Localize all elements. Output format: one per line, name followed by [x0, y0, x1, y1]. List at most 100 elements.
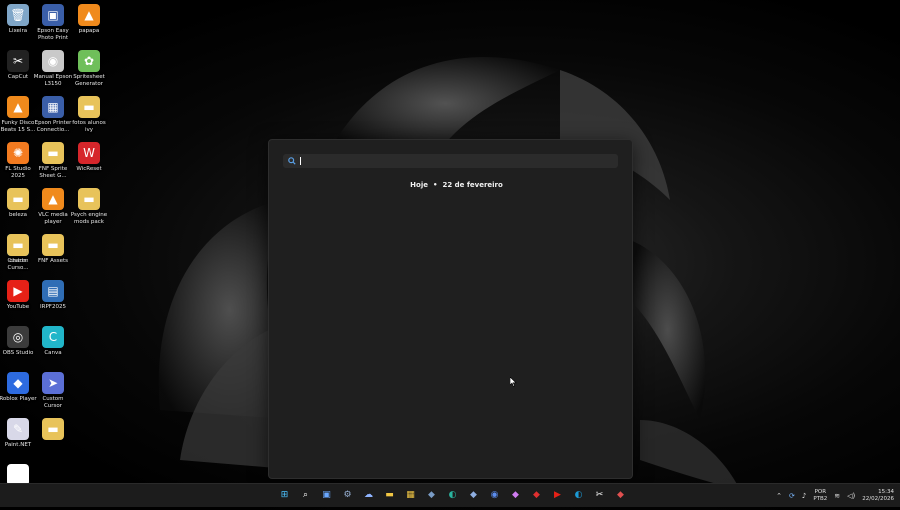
mouse-pointer-icon [509, 372, 517, 391]
app-button-4[interactable]: ◆ [528, 486, 545, 504]
folder-icon: ▬ [42, 418, 64, 440]
desktop-icon-papapa[interactable]: ▲ papapa [69, 4, 109, 35]
vlc-icon: ▲ [42, 188, 64, 210]
desktop-icon-grid: 🗑 Lixeira ▣ Epson Easy Photo Print ▲ papapa ✂ C… [0, 0, 110, 486]
cursor-app-icon: ➤ [42, 372, 64, 394]
app-icon: ◆ [533, 490, 540, 500]
capcut-button[interactable]: ✂ [591, 486, 608, 504]
desktop-icon-label: WicReset [76, 166, 102, 172]
desktop-icon-canva[interactable]: C Canva [33, 326, 73, 357]
desktop-icon-custom-cursor[interactable]: ➤ Custom Cursor [33, 372, 73, 410]
folder-icon: ▬ [78, 188, 100, 210]
edge-icon: ◐ [574, 490, 583, 500]
app-button-2[interactable]: ◆ [465, 486, 482, 504]
wifi-icon[interactable]: ≋ [834, 492, 840, 500]
file-explorer-button[interactable]: ▬ [381, 486, 398, 504]
chrome-icon: ◉ [490, 490, 499, 500]
desktop-icon-epson-easy-photo-print[interactable]: ▣ Epson Easy Photo Print [33, 4, 73, 42]
manual-icon: ◉ [42, 50, 64, 72]
desktop-icon-psych-engine-mods-pack[interactable]: ▬ Psych engine mods pack [69, 188, 109, 226]
desktop-icon-label: papapa [78, 28, 100, 34]
app-button-1[interactable]: ◆ [423, 486, 440, 504]
sync-icon[interactable]: ⟳ [789, 492, 795, 500]
irpf-icon: ▤ [42, 280, 64, 302]
desktop-icon-fotos-alunos-ivy[interactable]: ▬ fotos alunos ivy [69, 96, 109, 134]
app-icon: ◆ [617, 490, 624, 500]
desktop-icon-label: Psych engine mods pack [70, 212, 108, 225]
desktop-icon-manual-epson-l3150[interactable]: ◉ Manual Epson L3150 [33, 50, 73, 88]
youtube-button[interactable]: ▶ [549, 486, 566, 504]
recycle-bin-icon: 🗑 [7, 4, 29, 26]
desktop-icon-label: Spritesheet Generator [73, 74, 105, 87]
folder-icon: ▬ [7, 188, 29, 210]
roblox-icon: ◆ [7, 372, 29, 394]
taskbar-apps: ⊞ ⌕ ▣ ⚙ ☁ ▬ ▦ ◆ ◐ ◆ ◉ ◆ ◆ ▶ ◐ ✂ ◆ [276, 486, 629, 504]
desktop-icon-label: Epson Easy Photo Print [37, 28, 69, 41]
text-caret [300, 157, 301, 165]
desktop-icon-label: Manual Epson L3150 [33, 74, 73, 87]
microphone-icon[interactable]: ♪ [802, 492, 806, 500]
desktop-icon-vlc-media-player[interactable]: ▲ VLC media player [33, 188, 73, 226]
desktop-icon-label: fotos alunos ivy [72, 120, 106, 133]
edge-button[interactable]: ◐ [570, 486, 587, 504]
desktop-icon-label: Paint.NET [4, 442, 32, 448]
capcut-icon: ✂ [595, 490, 604, 500]
start-button[interactable]: ⊞ [276, 486, 293, 504]
app-icon: ◆ [512, 490, 519, 500]
epson-printer-icon: ▦ [42, 96, 64, 118]
vlc-icon: ▲ [7, 96, 29, 118]
search-input[interactable] [304, 157, 604, 165]
folder-icon: ▬ [42, 142, 64, 164]
store-icon: ▦ [406, 490, 415, 500]
chevron-up-icon[interactable]: ⌃ [776, 492, 782, 500]
desktop-icon-label: Canva [44, 350, 62, 356]
clock-date: 22/02/2026 [862, 495, 894, 502]
chrome-button[interactable]: ◉ [486, 486, 503, 504]
keyboard-layout: PTB2 [813, 495, 828, 502]
store-button[interactable]: ▦ [402, 486, 419, 504]
epson-photo-icon: ▣ [42, 4, 64, 26]
obs-icon: ◎ [7, 326, 29, 348]
folder-icon: ▬ [385, 490, 394, 500]
app-button-3[interactable]: ◆ [507, 486, 524, 504]
search-panel: Hoje • 22 de fevereiro [268, 139, 633, 479]
spritesheet-icon: ✿ [78, 50, 100, 72]
task-view-button[interactable]: ▣ [318, 486, 335, 504]
desktop-icon-wicreset[interactable]: W WicReset [69, 142, 109, 173]
desktop-icon-label: IRPF2025 [40, 304, 66, 310]
desktop-icon-spritesheet-generator[interactable]: ✿ Spritesheet Generator [69, 50, 109, 88]
volume-icon[interactable]: ◁) [847, 492, 855, 500]
input-language[interactable]: POR PTB2 [813, 489, 827, 502]
desktop-icon-unlabeled-25[interactable]: ▬ [33, 418, 73, 442]
search-icon: ⌕ [302, 490, 309, 500]
edge-beta-button[interactable]: ◐ [444, 486, 461, 504]
date-heading: Hoje • 22 de fevereiro [269, 181, 644, 189]
app-icon: ◆ [428, 490, 435, 500]
folder-icon: ▬ [42, 234, 64, 256]
language-code: POR [814, 489, 827, 495]
copilot-button[interactable]: ☁ [360, 486, 377, 504]
search-button[interactable]: ⌕ [297, 486, 314, 504]
copilot-icon: ☁ [364, 490, 373, 500]
today-label: Hoje [410, 181, 428, 189]
clock-time: 15:34 [878, 488, 894, 495]
desktop-icon-label: FNF Assets [37, 258, 69, 264]
desktop-icon-fnf-assets[interactable]: ▬ FNF Assets [33, 234, 73, 265]
vlc-icon: ▲ [78, 4, 100, 26]
desktop-icon-label: Custom Cursor [42, 396, 64, 409]
gear-icon: ⚙ [343, 490, 352, 500]
desktop-icon-label: Epson Printer Connectio... [34, 120, 72, 133]
canva-icon: C [42, 326, 64, 348]
desktop-icon-irpf2025[interactable]: ▤ IRPF2025 [33, 280, 73, 311]
desktop-icon-fnf-sprite-sheet-g[interactable]: ▬ FNF Sprite Sheet G... [33, 142, 73, 180]
youtube-icon: ▶ [554, 490, 561, 500]
settings-button[interactable]: ⚙ [339, 486, 356, 504]
date-label: 22 de fevereiro [442, 181, 503, 189]
system-tray: ⌃ ⟳ ♪ POR PTB2 ≋ ◁) 15:34 22/02/2026 [776, 484, 894, 507]
app-button-5[interactable]: ◆ [612, 486, 629, 504]
clock[interactable]: 15:34 22/02/2026 [862, 489, 894, 503]
fl-studio-icon: ✺ [7, 142, 29, 164]
search-box[interactable] [283, 154, 618, 168]
desktop-icon-label: VLC media player [38, 212, 68, 225]
desktop-icon-epson-printer-connectio[interactable]: ▦ Epson Printer Connectio... [33, 96, 73, 134]
